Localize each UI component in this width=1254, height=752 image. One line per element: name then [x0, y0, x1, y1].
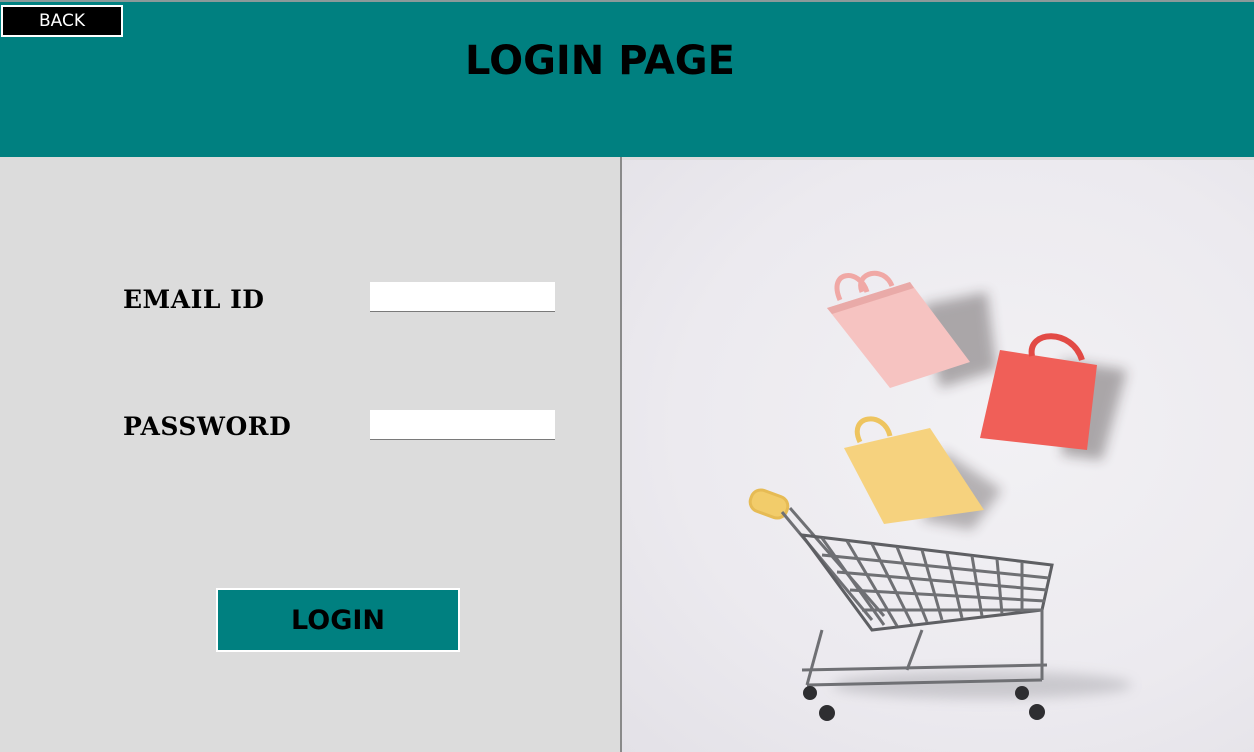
- email-label: EMAIL ID: [123, 285, 265, 314]
- yellow-bag: [844, 416, 1002, 530]
- login-button[interactable]: LOGIN: [216, 588, 460, 652]
- pink-bag: [827, 270, 997, 388]
- red-bag: [980, 333, 1127, 460]
- page-title: LOGIN PAGE: [465, 38, 735, 84]
- email-field[interactable]: [370, 282, 555, 312]
- password-label: PASSWORD: [123, 412, 292, 441]
- shopping-cart-illustration: [748, 270, 1132, 721]
- login-form-panel: EMAIL ID PASSWORD LOGIN: [0, 157, 620, 752]
- header-bar: BACK LOGIN PAGE: [0, 0, 1254, 157]
- back-button[interactable]: BACK: [1, 5, 123, 37]
- password-field[interactable]: [370, 410, 555, 440]
- shopping-cart-image: [622, 160, 1254, 752]
